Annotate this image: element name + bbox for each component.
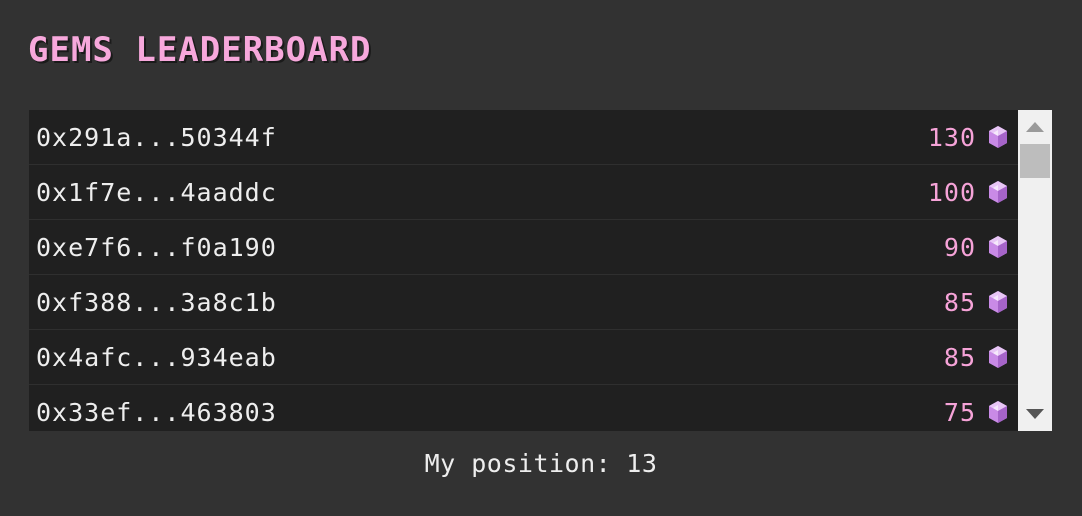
gem-icon — [989, 401, 1007, 423]
leaderboard-row: 0x4afc...934eab 85 — [29, 330, 1018, 385]
wallet-address: 0x4afc...934eab — [36, 342, 277, 372]
leaderboard-row: 0x33ef...463803 75 — [29, 385, 1018, 431]
gem-icon — [989, 346, 1007, 368]
leaderboard-row: 0x291a...50344f 130 — [29, 110, 1018, 165]
my-position: My position: 13 — [0, 449, 1082, 478]
scrollbar[interactable] — [1018, 110, 1052, 431]
wallet-address: 0x33ef...463803 — [36, 397, 277, 427]
gem-score: 130 — [927, 122, 976, 152]
wallet-address: 0xf388...3a8c1b — [36, 287, 277, 317]
gem-score: 75 — [943, 397, 976, 427]
wallet-address: 0x1f7e...4aaddc — [36, 177, 277, 207]
gem-icon — [989, 236, 1007, 258]
wallet-address: 0xe7f6...f0a190 — [36, 232, 277, 262]
gem-score: 100 — [927, 177, 976, 207]
wallet-address: 0x291a...50344f — [36, 122, 277, 152]
my-position-value: 13 — [626, 449, 658, 478]
leaderboard-list[interactable]: 0x291a...50344f 130 0x1f7e...4aaddc 100 — [29, 110, 1018, 431]
gem-icon — [989, 291, 1007, 313]
scrollbar-thumb[interactable] — [1020, 144, 1050, 178]
leaderboard-row: 0xe7f6...f0a190 90 — [29, 220, 1018, 275]
scroll-up-arrow-icon[interactable] — [1026, 122, 1044, 132]
gem-icon — [989, 126, 1007, 148]
my-position-label: My position: — [424, 449, 612, 478]
leaderboard-row: 0x1f7e...4aaddc 100 — [29, 165, 1018, 220]
scroll-down-arrow-icon[interactable] — [1026, 409, 1044, 419]
leaderboard-panel: 0x291a...50344f 130 0x1f7e...4aaddc 100 — [29, 110, 1052, 431]
gem-score: 85 — [943, 287, 976, 317]
gem-score: 85 — [943, 342, 976, 372]
leaderboard-row: 0xf388...3a8c1b 85 — [29, 275, 1018, 330]
gem-score: 90 — [943, 232, 976, 262]
leaderboard-title: GEMS LEADERBOARD — [28, 30, 372, 70]
gem-icon — [989, 181, 1007, 203]
